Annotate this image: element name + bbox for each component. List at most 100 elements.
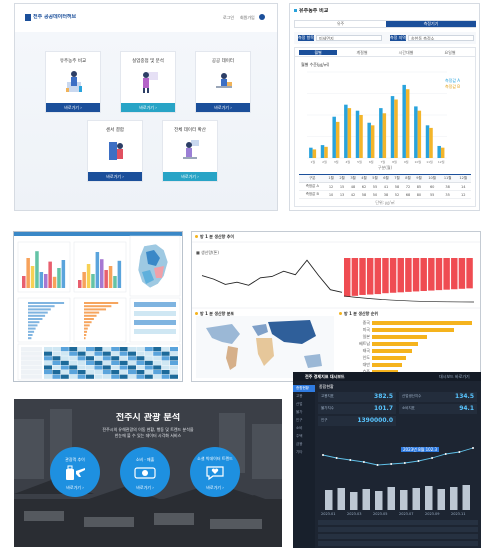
x-tick-label: 2023.07 xyxy=(399,512,414,516)
chart-container: 월별 계절별 시간대별 요일별 월별 수준(㎍/㎥) 1월 2월 3월 4월 5월 6월 7… xyxy=(294,47,476,207)
signup-link[interactable]: 회원가입 xyxy=(240,15,255,20)
header-link[interactable]: 대시보드 바로가기 xyxy=(439,374,470,379)
subtab-monthly[interactable]: 월별 xyxy=(299,50,337,55)
rank-label: 태국 xyxy=(362,348,370,353)
heat-cell xyxy=(128,360,136,365)
heat-cell xyxy=(69,356,78,361)
heat-cell xyxy=(102,356,111,361)
card-data-spread[interactable]: 전체 데이터 확산 바로가기 › xyxy=(162,120,218,182)
heat-cell xyxy=(94,351,103,356)
sidebar-item[interactable]: 고용 xyxy=(293,393,315,400)
heat-cell xyxy=(52,374,61,379)
table-header: 12월 xyxy=(455,174,471,183)
rank-bar xyxy=(372,342,418,346)
sidebar-item[interactable]: 금융 xyxy=(293,441,315,448)
table-cell: 42 xyxy=(347,190,359,199)
row-header-cell xyxy=(21,370,42,375)
bar xyxy=(402,84,406,158)
tick-label: 8월 xyxy=(392,159,397,164)
hero-title: 전주시 관광 분석 xyxy=(115,413,181,423)
heat-cell xyxy=(128,347,136,352)
heat-cell xyxy=(119,360,128,365)
item-select[interactable]: 미세먼지 xyxy=(316,35,382,41)
card-compare[interactable]: 유주농주 비교 바로가기 › xyxy=(45,51,101,113)
tab-region[interactable]: 유주 xyxy=(295,21,386,27)
sidebar-item[interactable]: 인구 xyxy=(293,417,315,424)
tourist-trend-circle[interactable]: 관광객 추이 바로가기 › xyxy=(50,447,100,497)
card-button[interactable]: 바로가기 › xyxy=(88,172,142,181)
subtab-season[interactable]: 계절별 xyxy=(343,50,381,55)
region-select[interactable]: 송천동 측정소 xyxy=(408,35,474,41)
hbar xyxy=(28,305,55,308)
heat-cell xyxy=(144,365,153,370)
rank-bar xyxy=(372,335,427,339)
heat-cell xyxy=(170,365,178,370)
bar xyxy=(417,110,422,158)
heat-cell xyxy=(153,356,162,361)
tab-device[interactable]: 측정기기 xyxy=(386,21,476,27)
rank-bar xyxy=(372,356,406,360)
card-sensor[interactable]: 센서 결합 바로가기 › xyxy=(87,120,143,182)
bar xyxy=(350,492,358,510)
card-button[interactable]: 바로가기 › xyxy=(121,103,175,112)
rank-label: 대만 xyxy=(362,362,370,367)
line-point xyxy=(444,453,447,455)
logo-text: 전주 공공데이터허브 xyxy=(33,14,77,20)
table-cell: 80 xyxy=(413,190,425,199)
bar xyxy=(95,252,100,288)
table-cell: 72 xyxy=(402,182,414,191)
heat-cell xyxy=(44,360,52,365)
top-bar: 전주 경제지표 대시보드 대시보드 바로가기 xyxy=(293,372,481,381)
card-button[interactable]: 바로가기 › xyxy=(163,172,217,181)
bar xyxy=(451,258,458,290)
tick-label: 7월 xyxy=(380,159,385,164)
tick-label: 1월 xyxy=(310,159,315,164)
circle-link[interactable]: 바로가기 › xyxy=(190,485,240,490)
bar xyxy=(405,258,412,292)
card-public-data[interactable]: 공공 데이터 바로가기 › xyxy=(195,51,251,113)
sidebar-item[interactable]: 물가 xyxy=(293,409,315,416)
line-point xyxy=(390,463,393,465)
person-chart-icon xyxy=(66,71,82,92)
card-analysis[interactable]: 실업중점 및 분석 바로가기 › xyxy=(120,51,176,113)
rank-bar xyxy=(372,321,472,325)
kpi-label: 물가지수 xyxy=(321,406,334,410)
user-icon[interactable] xyxy=(259,14,265,20)
social-trend-circle[interactable]: 소셜 빅데이터 트렌드 바로가기 › xyxy=(190,447,240,497)
heat-cell xyxy=(77,356,86,361)
bar xyxy=(420,258,427,291)
person-chat-icon xyxy=(183,140,199,159)
consumption-circle[interactable]: 소비 · 매출 바로가기 › xyxy=(120,447,170,497)
heat-cell xyxy=(128,370,136,375)
card-button[interactable]: 바로가기 › xyxy=(196,103,250,112)
card-button[interactable]: 바로가기 › xyxy=(46,103,100,112)
circle-link[interactable]: 바로가기 › xyxy=(50,485,100,490)
kpi-label: 고용지표 xyxy=(321,394,334,398)
heat-cell xyxy=(136,360,145,365)
kpi-value: 134.5 xyxy=(455,393,474,400)
data-grid xyxy=(318,520,478,546)
heat-cell xyxy=(94,347,103,352)
hbar xyxy=(28,324,38,327)
sidebar-item[interactable]: 기타 xyxy=(293,449,315,456)
luggage-plane-icon xyxy=(66,465,85,480)
table-cell: 50 xyxy=(369,190,381,199)
circle-link[interactable]: 바로가기 › xyxy=(120,485,170,490)
trend-line xyxy=(322,447,474,466)
hbar xyxy=(84,314,97,317)
bar xyxy=(382,258,389,294)
heat-cell xyxy=(102,374,111,379)
sidebar-item[interactable]: 산업 xyxy=(293,401,315,408)
table-cell: 58 xyxy=(358,190,370,199)
sidebar-item[interactable]: 주택 xyxy=(293,433,315,440)
subtab-hourly[interactable]: 시간대별 xyxy=(387,50,425,55)
heat-cell xyxy=(153,370,162,375)
sidebar-item[interactable]: 종합현황 xyxy=(293,385,315,392)
subtab-weekday[interactable]: 요일별 xyxy=(431,50,469,55)
rank-bar xyxy=(372,363,402,367)
heat-cell xyxy=(102,351,111,356)
sidebar-item[interactable]: 소비 xyxy=(293,425,315,432)
login-link[interactable]: 로그인 xyxy=(223,15,234,20)
bar xyxy=(462,485,470,510)
bar xyxy=(22,276,26,288)
